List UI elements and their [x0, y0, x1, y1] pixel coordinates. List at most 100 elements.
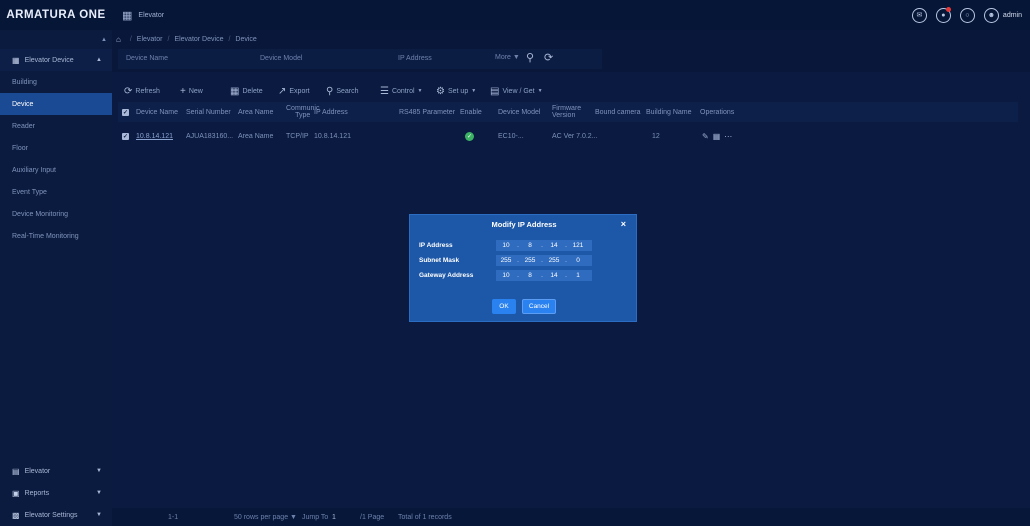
delete-button[interactable]: ▦ Delete — [230, 86, 263, 97]
row-operations: ✎ ▦ ⋯ — [702, 126, 732, 146]
sidebar-item-reader[interactable]: Reader — [0, 115, 112, 137]
sidebar-item-real-time-monitoring[interactable]: Real-Time Monitoring — [0, 225, 112, 247]
sidebar-item-label: Building — [12, 78, 37, 86]
select-all-checkbox[interactable]: ✓ — [122, 102, 129, 122]
ip-octet[interactable]: 8 — [520, 242, 540, 249]
device-model-filter[interactable]: Device Model — [260, 55, 302, 62]
breadcrumb: ▲ ⌂ / Elevator / Elevator Device / Devic… — [101, 30, 1030, 49]
search-button[interactable]: ⚲ Search — [326, 86, 359, 97]
ip-octet[interactable]: 121 — [568, 242, 588, 249]
col-ip-address[interactable]: IP Address — [314, 102, 348, 122]
table-row[interactable]: ✓ 10.8.14.121 AJUA183160... Area Name TC… — [118, 126, 1018, 146]
sidebar-item-auxiliary-input[interactable]: Auxiliary Input — [0, 159, 112, 181]
mask-octet[interactable]: 255 — [544, 257, 564, 264]
col-bound-camera[interactable]: Bound camera — [595, 102, 641, 122]
sidebar-group-reports[interactable]: ▣ Reports ▼ — [0, 482, 112, 504]
export-button[interactable]: ↗ Export — [278, 86, 310, 97]
col-building-name[interactable]: Building Name — [646, 102, 692, 122]
reset-icon[interactable]: ⟳ — [544, 51, 553, 64]
ip-address-filter[interactable]: IP Address — [398, 55, 432, 62]
col-area-name[interactable]: Area Name — [238, 102, 273, 122]
setup-dropdown[interactable]: ⚙ Set up ▼ — [436, 86, 476, 97]
grid-menu-icon[interactable]: ▦ — [122, 9, 132, 22]
ok-button[interactable]: OK — [492, 299, 516, 314]
search-icon: ⚲ — [326, 85, 334, 97]
more-icon[interactable]: ⋯ — [724, 132, 732, 141]
col-device-model[interactable]: Device Model — [498, 102, 540, 122]
cancel-button[interactable]: Cancel — [522, 299, 556, 314]
chevron-down-icon: ▼ — [471, 88, 477, 94]
help-icon[interactable]: ○ — [959, 7, 975, 23]
ip-octet[interactable]: 14 — [544, 242, 564, 249]
col-firmware-version[interactable]: Firmware Version — [552, 102, 581, 122]
gateway-octet[interactable]: 10 — [496, 272, 516, 279]
device-name-link[interactable]: 10.8.14.121 — [136, 126, 173, 146]
sidebar-item-building[interactable]: Building — [0, 71, 112, 93]
trash-icon[interactable]: ▦ — [713, 132, 721, 141]
row-checkbox[interactable]: ✓ — [122, 126, 129, 146]
chevron-down-icon: ▼ — [96, 512, 102, 518]
ip-octet[interactable]: 10 — [496, 242, 516, 249]
breadcrumb-item[interactable]: Elevator — [137, 36, 163, 43]
cell-firmware-version: AC Ver 7.0.2... — [552, 132, 598, 140]
rows-per-page-select[interactable]: 50 rows per page ▼ — [234, 514, 297, 521]
dialog-title: Modify IP Address — [491, 220, 557, 229]
page-count: /1 Page — [360, 513, 385, 521]
ip-address-label: IP Address — [419, 242, 453, 249]
user-name[interactable]: admin — [1003, 12, 1022, 19]
control-dropdown[interactable]: ☰ Control ▼ — [380, 86, 423, 97]
jump-to-input[interactable]: 1 — [332, 514, 336, 521]
device-name-filter[interactable]: Device Name — [126, 55, 168, 62]
notification-icon[interactable]: ● — [935, 6, 951, 23]
gateway-octet[interactable]: 14 — [544, 272, 564, 279]
module-title[interactable]: Elevator — [138, 12, 164, 19]
plus-icon: + — [180, 85, 186, 97]
delete-label: Delete — [242, 87, 263, 95]
settings-icon: ▩ — [12, 510, 20, 520]
close-icon[interactable]: × — [621, 219, 626, 229]
sidebar-item-label: Device Monitoring — [12, 210, 69, 218]
gateway-octet[interactable]: 8 — [520, 272, 540, 279]
search-icon[interactable]: ⚲ — [526, 51, 534, 64]
sidebar-item-device[interactable]: Device — [0, 93, 112, 115]
cell-ip-address: 10.8.14.121 — [314, 132, 351, 140]
gateway-octet[interactable]: 1 — [568, 272, 588, 279]
sidebar-group-elevator-settings[interactable]: ▩ Elevator Settings ▼ — [0, 504, 112, 526]
sidebar-item-device-monitoring[interactable]: Device Monitoring — [0, 203, 112, 225]
ip-address-field[interactable]: 10. 8. 14. 121 — [496, 240, 592, 251]
edit-icon[interactable]: ✎ — [702, 132, 709, 141]
refresh-button[interactable]: ⟳ Refresh — [124, 86, 160, 97]
export-label: Export — [289, 87, 310, 95]
view-icon: ▤ — [490, 85, 500, 97]
sidebar-group-label: Elevator Device — [24, 56, 74, 64]
new-button[interactable]: + New — [180, 86, 203, 97]
collapse-sidebar-icon[interactable]: ▲ — [98, 37, 110, 43]
col-serial-number[interactable]: Serial Number — [186, 102, 231, 122]
mask-octet[interactable]: 255 — [520, 257, 540, 264]
sidebar-group-elevator-device[interactable]: ▦ Elevator Device ▲ — [0, 49, 112, 71]
col-enable[interactable]: Enable — [460, 102, 482, 122]
subnet-mask-field[interactable]: 255. 255. 255. 0 — [496, 255, 592, 266]
user-avatar-icon[interactable]: ☻ — [983, 7, 999, 23]
mask-octet[interactable]: 255 — [496, 257, 516, 264]
sidebar-item-label: Event Type — [12, 188, 47, 196]
col-device-name[interactable]: Device Name — [136, 102, 178, 122]
control-icon: ☰ — [380, 85, 389, 97]
sidebar-item-floor[interactable]: Floor — [0, 137, 112, 159]
elevator-icon: ▤ — [12, 466, 20, 476]
sidebar-item-label: Floor — [12, 144, 28, 152]
sidebar-item-event-type[interactable]: Event Type — [0, 181, 112, 203]
more-filters-button[interactable]: More ▼ — [495, 54, 520, 61]
jump-to-label: Jump To — [302, 513, 329, 521]
home-icon[interactable]: ⌂ — [116, 35, 121, 44]
sidebar-group-elevator[interactable]: ▤ Elevator ▼ — [0, 460, 112, 482]
filter-bar: Device Name Device Model IP Address More… — [118, 49, 602, 69]
mask-octet[interactable]: 0 — [568, 257, 588, 264]
app-logo[interactable]: ARMATURA ONE — [0, 0, 112, 30]
gateway-address-field[interactable]: 10. 8. 14. 1 — [496, 270, 592, 281]
message-icon[interactable]: ✉ — [911, 7, 927, 23]
breadcrumb-item[interactable]: Elevator Device — [174, 36, 223, 43]
col-rs485-parameter[interactable]: RS485 Parameter — [399, 102, 455, 122]
view-get-dropdown[interactable]: ▤ View / Get ▼ — [490, 86, 543, 97]
chevron-up-icon: ▲ — [96, 57, 102, 63]
